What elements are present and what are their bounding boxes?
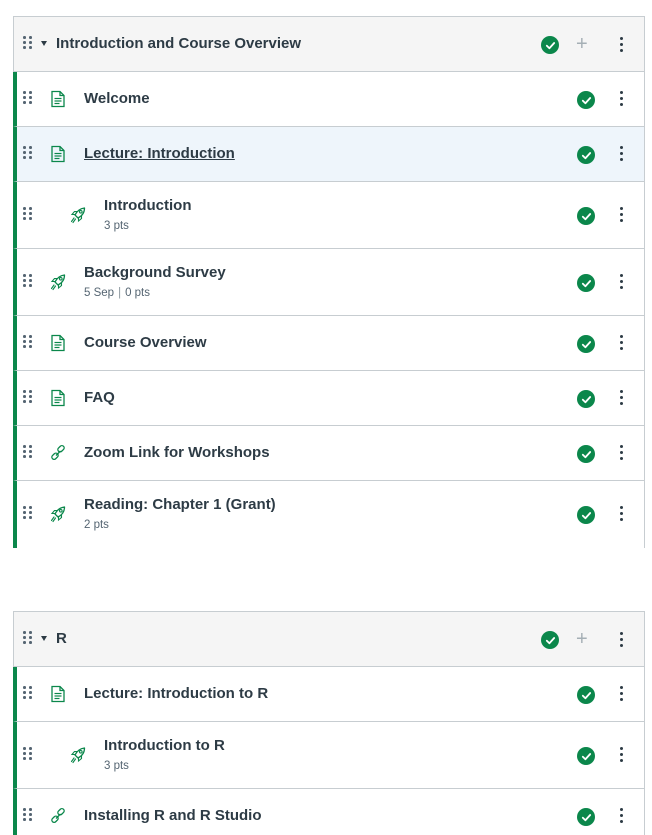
module-item[interactable]: Lecture: Introduction to R <box>13 667 644 722</box>
quiz-rocket-icon <box>70 747 86 764</box>
item-points: 0 pts <box>125 287 150 299</box>
module-item[interactable]: Zoom Link for Workshops <box>13 426 644 481</box>
page-icon <box>51 145 65 163</box>
drag-handle-icon[interactable] <box>23 445 32 458</box>
module-item[interactable]: Installing R and R Studio <box>13 789 644 835</box>
page-icon <box>51 389 65 407</box>
drag-handle-icon[interactable] <box>23 506 32 519</box>
item-meta: 5 Sep | 0 pts <box>84 287 150 299</box>
link-icon <box>51 444 65 461</box>
kebab-menu-icon[interactable] <box>620 37 623 52</box>
drag-handle-icon[interactable] <box>23 274 32 287</box>
published-check-icon[interactable] <box>577 207 595 225</box>
drag-handle-icon[interactable] <box>23 146 32 159</box>
drag-handle-icon[interactable] <box>23 808 32 821</box>
drag-handle-icon[interactable] <box>23 335 32 348</box>
drag-handle-icon[interactable] <box>23 91 32 104</box>
item-title[interactable]: Introduction <box>104 197 191 214</box>
module-item[interactable]: Introduction 3 pts <box>13 182 644 249</box>
drag-handle-icon[interactable] <box>23 747 32 760</box>
item-title[interactable]: Background Survey <box>84 264 226 281</box>
module-item[interactable]: Welcome <box>13 72 644 127</box>
add-item-icon[interactable]: + <box>576 34 588 54</box>
module-r: R + Lecture: Introduction to R Introduct… <box>13 611 645 835</box>
collapse-caret-icon[interactable] <box>41 41 47 46</box>
item-title[interactable]: Reading: Chapter 1 (Grant) <box>84 496 276 513</box>
item-title[interactable]: FAQ <box>84 389 115 406</box>
published-check-icon[interactable] <box>577 686 595 704</box>
item-title[interactable]: Course Overview <box>84 334 207 351</box>
module-title[interactable]: R <box>56 630 67 647</box>
module-item[interactable]: Reading: Chapter 1 (Grant) 2 pts <box>13 481 644 548</box>
kebab-menu-icon[interactable] <box>620 335 623 350</box>
published-check-icon[interactable] <box>577 390 595 408</box>
module-item[interactable]: Introduction to R 3 pts <box>13 722 644 789</box>
item-meta: 2 pts <box>84 519 109 531</box>
published-check-icon[interactable] <box>577 506 595 524</box>
module-introduction: Introduction and Course Overview + Welco… <box>13 16 645 548</box>
collapse-caret-icon[interactable] <box>41 636 47 641</box>
kebab-menu-icon[interactable] <box>620 146 623 161</box>
item-title-link[interactable]: Lecture: Introduction <box>84 145 235 162</box>
item-points: 3 pts <box>104 760 129 772</box>
item-title[interactable]: Installing R and R Studio <box>84 807 262 824</box>
item-points: 2 pts <box>84 519 109 531</box>
drag-handle-icon[interactable] <box>23 207 32 220</box>
module-item[interactable]: Course Overview <box>13 316 644 371</box>
kebab-menu-icon[interactable] <box>620 632 623 647</box>
page-icon <box>51 334 65 352</box>
item-meta: 3 pts <box>104 220 129 232</box>
item-title[interactable]: Zoom Link for Workshops <box>84 444 270 461</box>
kebab-menu-icon[interactable] <box>620 274 623 289</box>
link-icon <box>51 807 65 824</box>
drag-handle-icon[interactable] <box>23 36 32 49</box>
module-title[interactable]: Introduction and Course Overview <box>56 35 301 52</box>
module-item[interactable]: Lecture: Introduction <box>13 127 644 182</box>
module-item[interactable]: Background Survey 5 Sep | 0 pts <box>13 249 644 316</box>
drag-handle-icon[interactable] <box>23 686 32 699</box>
drag-handle-icon[interactable] <box>23 390 32 403</box>
module-header[interactable]: Introduction and Course Overview + <box>14 17 644 72</box>
kebab-menu-icon[interactable] <box>620 747 623 762</box>
quiz-rocket-icon <box>50 506 66 523</box>
item-meta: 3 pts <box>104 760 129 772</box>
item-title[interactable]: Introduction to R <box>104 737 225 754</box>
published-check-icon[interactable] <box>577 274 595 292</box>
published-check-icon[interactable] <box>577 808 595 826</box>
item-title[interactable]: Lecture: Introduction to R <box>84 685 268 702</box>
published-check-icon[interactable] <box>541 631 559 649</box>
kebab-menu-icon[interactable] <box>620 207 623 222</box>
module-item[interactable]: FAQ <box>13 371 644 426</box>
item-due-date: 5 Sep <box>84 287 115 299</box>
meta-divider: | <box>118 287 122 299</box>
page-icon <box>51 685 65 703</box>
quiz-rocket-icon <box>70 207 86 224</box>
kebab-menu-icon[interactable] <box>620 91 623 106</box>
module-header[interactable]: R + <box>14 612 644 667</box>
kebab-menu-icon[interactable] <box>620 686 623 701</box>
published-check-icon[interactable] <box>577 335 595 353</box>
add-item-icon[interactable]: + <box>576 629 588 649</box>
drag-handle-icon[interactable] <box>23 631 32 644</box>
item-points: 3 pts <box>104 220 129 232</box>
published-check-icon[interactable] <box>577 146 595 164</box>
published-check-icon[interactable] <box>541 36 559 54</box>
kebab-menu-icon[interactable] <box>620 808 623 823</box>
published-check-icon[interactable] <box>577 747 595 765</box>
kebab-menu-icon[interactable] <box>620 506 623 521</box>
published-check-icon[interactable] <box>577 445 595 463</box>
page-icon <box>51 90 65 108</box>
kebab-menu-icon[interactable] <box>620 390 623 405</box>
published-check-icon[interactable] <box>577 91 595 109</box>
item-title[interactable]: Welcome <box>84 90 150 107</box>
kebab-menu-icon[interactable] <box>620 445 623 460</box>
quiz-rocket-icon <box>50 274 66 291</box>
